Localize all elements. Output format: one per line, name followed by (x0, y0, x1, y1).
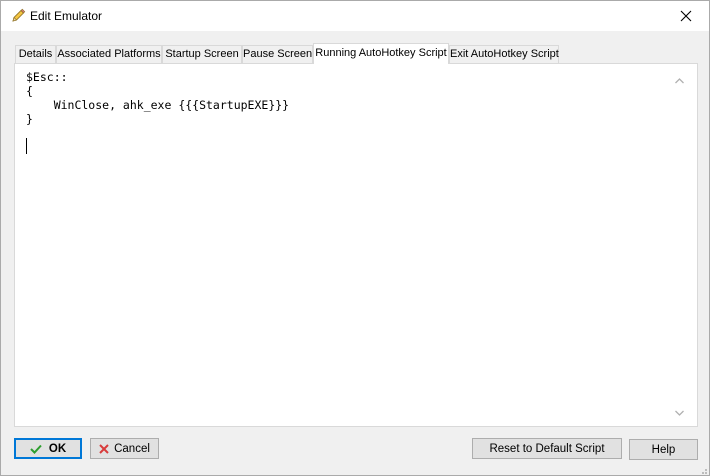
cancel-button[interactable]: Cancel (90, 438, 159, 459)
checkmark-icon (30, 444, 42, 454)
code-line: { (26, 84, 33, 98)
text-caret (26, 138, 27, 154)
tab-exit-autohotkey-script[interactable]: Exit AutoHotkey Script (449, 45, 559, 63)
tab-associated-platforms[interactable]: Associated Platforms (56, 45, 162, 63)
tab-panel: $Esc:: { WinClose, ahk_exe {{{StartupEXE… (14, 63, 698, 427)
tab-details[interactable]: Details (15, 45, 56, 63)
ok-label: OK (48, 442, 67, 455)
cancel-label: Cancel (114, 442, 150, 455)
script-editor[interactable]: $Esc:: { WinClose, ahk_exe {{{StartupEXE… (15, 64, 697, 426)
title-bar[interactable]: Edit Emulator (1, 1, 709, 31)
tab-startup-screen[interactable]: Startup Screen (162, 45, 242, 63)
code-line: } (26, 112, 33, 126)
ok-button[interactable]: OK (14, 438, 82, 459)
tab-running-autohotkey-script[interactable]: Running AutoHotkey Script (313, 43, 449, 64)
pencil-icon (10, 8, 26, 24)
close-icon (680, 10, 692, 22)
code-line: WinClose, ahk_exe {{{StartupEXE}}} (26, 98, 290, 112)
x-icon (99, 443, 109, 454)
tab-pause-screen[interactable]: Pause Screen (242, 45, 313, 63)
scroll-down-arrow-icon[interactable] (674, 406, 685, 416)
reset-to-default-script-button[interactable]: Reset to Default Script (472, 438, 622, 459)
edit-emulator-dialog: Edit Emulator Details Associated Platfor… (0, 0, 710, 476)
scroll-up-arrow-icon[interactable] (674, 74, 685, 84)
resize-grip-icon[interactable] (698, 464, 708, 474)
help-button[interactable]: Help (629, 439, 698, 460)
window-title: Edit Emulator (30, 9, 103, 23)
script-code: $Esc:: { WinClose, ahk_exe {{{StartupEXE… (26, 70, 289, 126)
code-line: $Esc:: (26, 70, 68, 84)
close-button[interactable] (663, 1, 709, 31)
